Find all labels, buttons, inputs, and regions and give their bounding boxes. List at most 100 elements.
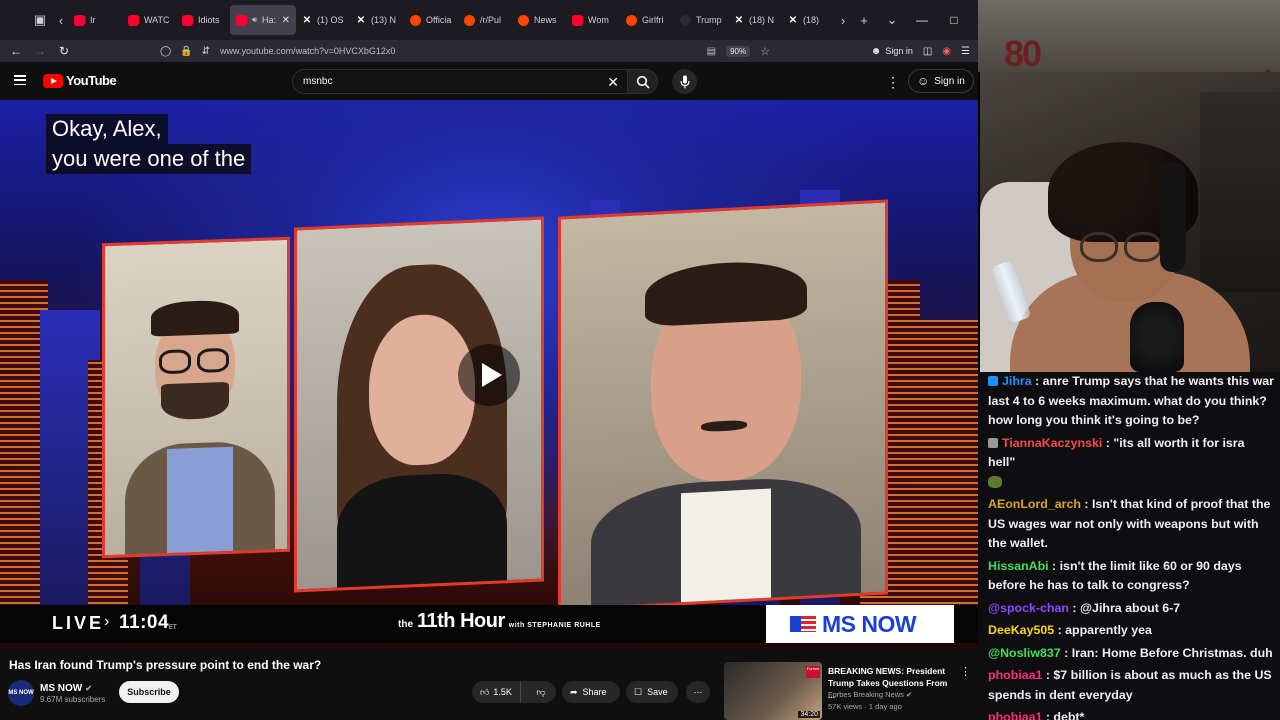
youtube-header: YouTube msnbc ✕ ⋮ ☺ Sign in — [0, 62, 978, 100]
url-text[interactable]: www.youtube.com/watch?v=0HVCXbG12x0 — [220, 46, 395, 56]
youtube-icon — [236, 14, 247, 26]
lock-icon[interactable]: 🔒 — [180, 46, 192, 57]
zoom-indicator[interactable]: 90% — [726, 45, 751, 57]
new-tab-icon[interactable]: + — [850, 6, 878, 34]
minimize-icon[interactable]: — — [906, 0, 938, 40]
account-button[interactable]: ☻ Sign in — [871, 46, 913, 57]
subscribe-button[interactable]: Subscribe — [119, 681, 179, 703]
shield-icon[interactable]: ◯ — [160, 46, 171, 57]
browser-tab-label: /r/Pul — [480, 15, 502, 25]
play-button-icon[interactable] — [458, 344, 520, 406]
reload-icon[interactable]: ↻ — [52, 40, 76, 62]
browser-tab-label: Wom — [588, 15, 609, 25]
show-logo: the 11th Hour with STEPHANIE RUHLE — [398, 610, 601, 633]
chat-username[interactable]: @spock-chan — [988, 601, 1069, 615]
share-button[interactable]: ➦ Share — [562, 681, 620, 703]
back-icon[interactable]: ← — [4, 40, 28, 62]
voice-search-button[interactable] — [672, 69, 697, 94]
permissions-icon[interactable]: ⇵ — [202, 46, 210, 57]
browser-tab[interactable]: Ir — [68, 5, 122, 35]
guide-menu-icon[interactable] — [14, 75, 26, 85]
chat-username[interactable]: @Nosliw837 — [988, 646, 1061, 660]
browser-tab[interactable]: Idiots — [176, 5, 230, 35]
chat-username[interactable]: AEonLord_arch — [988, 497, 1081, 511]
reader-view-icon[interactable]: ▤ — [707, 46, 716, 57]
related-video-badge: Forbes — [806, 666, 820, 678]
youtube-logo[interactable]: YouTube — [43, 73, 117, 88]
menu-icon[interactable]: ☰ — [961, 46, 970, 57]
save-button[interactable]: ☐ Save — [626, 681, 678, 703]
maximize-icon[interactable]: □ — [938, 0, 970, 40]
scroll-tabs-left-icon[interactable]: ‹ — [54, 6, 68, 34]
reddit-icon — [626, 14, 637, 26]
guest-panel-middle — [294, 216, 544, 593]
youtube-sign-in-button[interactable]: ☺ Sign in — [908, 69, 974, 93]
related-video-card[interactable]: Forbes 34:20 BREAKING NEWS: President Tr… — [724, 662, 974, 720]
browser-tab[interactable]: /r/Pul — [458, 5, 512, 35]
clear-search-icon[interactable]: ✕ — [607, 74, 619, 91]
bookmark-star-icon[interactable]: ☆ — [760, 45, 770, 58]
browser-tab[interactable]: News — [512, 5, 566, 35]
reddit-icon — [464, 14, 475, 26]
browser-tab[interactable]: ✕ (18) — [782, 5, 836, 35]
browser-tab[interactable]: ✕ (18) N — [728, 5, 782, 35]
thumbs-down-icon: 👎︎ — [536, 686, 546, 697]
related-video-menu-icon[interactable]: ⋮ — [960, 665, 971, 678]
channel-avatar[interactable]: MS NOW — [8, 680, 34, 706]
browser-tab[interactable]: Officia — [404, 5, 458, 35]
chat-username[interactable]: DeeKay505 — [988, 623, 1054, 637]
x-icon: ✕ — [734, 14, 744, 26]
share-arrow-icon: ➦ — [570, 686, 578, 697]
channel-name[interactable]: MS NOW — [40, 683, 82, 694]
youtube-sign-in-label: Sign in — [934, 75, 965, 87]
speaker-icon[interactable]: 🔊︎ — [252, 15, 257, 25]
browser-tab[interactable]: 🔊︎ Ha: ✕ — [230, 5, 296, 35]
scroll-tabs-right-icon[interactable]: › — [836, 6, 850, 34]
browser-tab[interactable]: ✕ (13) N — [350, 5, 404, 35]
forward-icon[interactable]: → — [28, 40, 52, 62]
chat-username[interactable]: Jihra — [1002, 374, 1032, 388]
tab-overview-icon[interactable]: ▣ — [26, 6, 54, 34]
browser-tab[interactable]: Girlfri — [620, 5, 674, 35]
search-button[interactable] — [628, 69, 658, 94]
addon-icon[interactable]: ◉ — [942, 46, 951, 57]
share-label: Share — [582, 687, 607, 697]
browser-tab[interactable]: Trump — [674, 5, 728, 35]
site-icon — [680, 14, 691, 26]
address-bar[interactable]: ◯ 🔒 ⇵ www.youtube.com/watch?v=0HVCXbG12x… — [150, 42, 770, 60]
chat-username[interactable]: phobiaa1 — [988, 710, 1042, 720]
browser-tab[interactable]: WATC — [122, 5, 176, 35]
extensions-icon[interactable]: ◫ — [923, 46, 932, 57]
chat-text: debt* — [1053, 710, 1085, 720]
show-logo-the: the — [398, 619, 413, 630]
settings-kebab-icon[interactable]: ⋮ — [886, 74, 900, 91]
chat-badge-icon — [988, 437, 998, 448]
tab-strip: Ir WATC Idiots 🔊︎ Ha: ✕ ✕ (1) OS ✕ (13) N Officia /… — [68, 0, 836, 40]
youtube-icon — [74, 14, 85, 26]
search-icon — [636, 75, 650, 89]
stream-overlay: 80 Jihra : anre Trump says that he wants… — [978, 0, 1280, 720]
video-player[interactable]: Okay, Alex, you were one of the LIVE › 1… — [0, 100, 978, 648]
show-logo-name: 11th Hour — [417, 610, 505, 632]
verified-check-icon: ✔ — [85, 683, 92, 693]
dislike-button[interactable]: 👎︎ — [526, 681, 556, 703]
channel-name-row[interactable]: MS NOW ✔ — [40, 683, 105, 694]
browser-tab-label: WATC — [144, 15, 170, 25]
account-label: Sign in — [885, 46, 913, 56]
chat-username[interactable]: phobiaa1 — [988, 668, 1042, 682]
search-input[interactable]: msnbc ✕ — [292, 69, 628, 94]
related-video-channel[interactable]: Forbes Breaking News ✔ — [828, 690, 912, 699]
more-actions-icon[interactable]: ⋯ — [686, 681, 710, 703]
browser-tab[interactable]: Wom — [566, 5, 620, 35]
channel-info[interactable]: MS NOW MS NOW ✔ 9.67M subscribers — [8, 680, 105, 706]
like-button[interactable]: 👍︎ 1.5K — [472, 681, 521, 703]
chat-username[interactable]: HissanAbi — [988, 559, 1049, 573]
chat-message: @Nosliw837 : Iran: Home Before Christmas… — [988, 645, 1273, 660]
related-video-thumbnail[interactable]: Forbes 34:20 — [724, 662, 822, 720]
reddit-icon — [410, 14, 421, 26]
close-tab-icon[interactable]: ✕ — [282, 15, 290, 26]
list-tabs-icon[interactable]: ⌄ — [878, 6, 906, 34]
close-window-icon[interactable]: ✕ — [970, 0, 978, 40]
chat-username[interactable]: TiannaKaczynski — [1002, 436, 1102, 450]
browser-tab[interactable]: ✕ (1) OS — [296, 5, 350, 35]
